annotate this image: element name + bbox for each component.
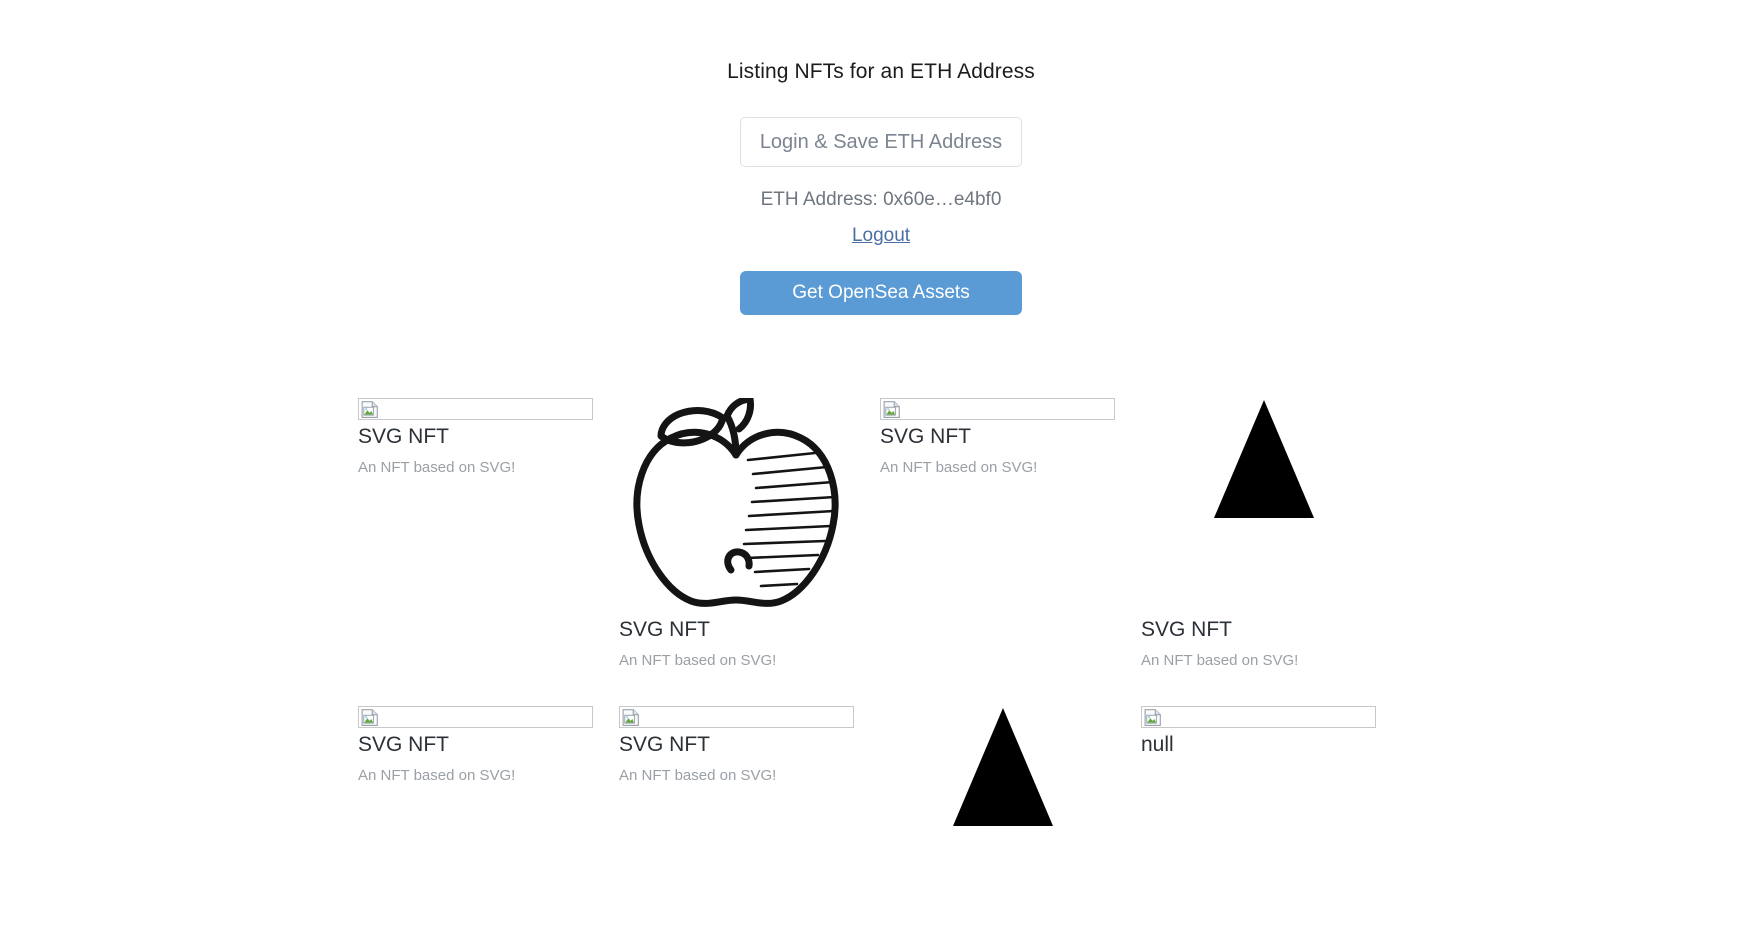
triangle-svg-icon bbox=[953, 708, 1053, 826]
apple-svg-icon bbox=[633, 398, 839, 607]
nft-title: SVG NFT bbox=[619, 733, 711, 756]
nft-media-triangle[interactable] bbox=[880, 706, 1115, 921]
nft-description: An NFT based on SVG! bbox=[619, 767, 777, 784]
broken-image-icon bbox=[1144, 709, 1161, 726]
nft-description: An NFT based on SVG! bbox=[358, 459, 516, 476]
nft-card[interactable]: SVG NFT An NFT based on SVG! bbox=[358, 706, 595, 786]
header-section: Listing NFTs for an ETH Address Login & … bbox=[0, 0, 1762, 315]
nft-title: SVG NFT bbox=[880, 425, 972, 448]
broken-image-icon bbox=[622, 709, 639, 726]
nft-grid-row-2: SVG NFT An NFT based on SVG! SVG NFT An … bbox=[358, 706, 1464, 927]
triangle-svg-icon bbox=[1214, 400, 1314, 518]
nft-card[interactable]: SVG NFT An NFT based on SVG! bbox=[880, 398, 1117, 478]
nft-description: An NFT based on SVG! bbox=[1141, 652, 1299, 669]
get-opensea-assets-button[interactable]: Get OpenSea Assets bbox=[740, 271, 1022, 315]
broken-image-placeholder[interactable] bbox=[358, 398, 593, 420]
nft-title: SVG NFT bbox=[358, 733, 450, 756]
nft-media-triangle[interactable] bbox=[1141, 398, 1376, 613]
nft-card[interactable]: SVG NFT An NFT based on SVG! bbox=[1141, 398, 1378, 671]
page-root: Listing NFTs for an ETH Address Login & … bbox=[0, 0, 1762, 858]
nft-media-apple[interactable] bbox=[619, 398, 854, 613]
nft-title: SVG NFT bbox=[619, 618, 711, 641]
nft-description: An NFT based on SVG! bbox=[880, 459, 1038, 476]
nft-title: null bbox=[1141, 733, 1174, 756]
nft-description: An NFT based on SVG! bbox=[358, 767, 516, 784]
nft-card[interactable]: null bbox=[1141, 706, 1378, 766]
broken-image-placeholder[interactable] bbox=[1141, 706, 1376, 728]
nft-card[interactable]: SVG NFT An NFT based on SVG! bbox=[619, 706, 856, 786]
broken-image-placeholder[interactable] bbox=[880, 398, 1115, 420]
broken-image-icon bbox=[883, 401, 900, 418]
eth-address-label: ETH Address: 0x60e…e4bf0 bbox=[760, 189, 1002, 210]
logout-container: Logout bbox=[0, 225, 1762, 247]
broken-image-placeholder[interactable] bbox=[358, 706, 593, 728]
broken-image-icon bbox=[361, 709, 378, 726]
nft-card[interactable] bbox=[880, 706, 1117, 927]
nft-grid-row-1: SVG NFT An NFT based on SVG! SVG NFT An … bbox=[358, 398, 1464, 671]
broken-image-icon bbox=[361, 401, 378, 418]
login-save-eth-address-button[interactable]: Login & Save ETH Address bbox=[740, 117, 1022, 167]
nft-description: An NFT based on SVG! bbox=[619, 652, 777, 669]
nft-title: SVG NFT bbox=[1141, 618, 1233, 641]
page-title: Listing NFTs for an ETH Address bbox=[727, 60, 1035, 83]
nft-title: SVG NFT bbox=[358, 425, 450, 448]
nft-card[interactable]: SVG NFT An NFT based on SVG! bbox=[619, 398, 856, 671]
nft-card[interactable]: SVG NFT An NFT based on SVG! bbox=[358, 398, 595, 478]
logout-link[interactable]: Logout bbox=[852, 225, 910, 246]
broken-image-placeholder[interactable] bbox=[619, 706, 854, 728]
